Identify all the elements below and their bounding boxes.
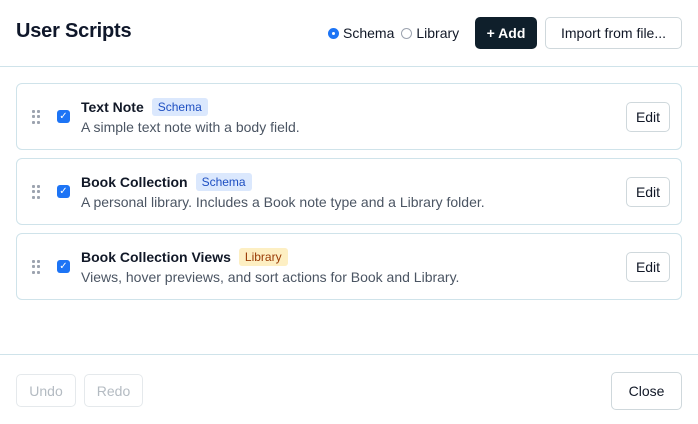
script-name: Book Collection — [81, 174, 188, 190]
radio-schema-label: Schema — [343, 25, 395, 41]
checkmark-icon: ✓ — [59, 185, 68, 197]
add-button[interactable]: + Add — [475, 17, 537, 49]
drag-handle-icon[interactable] — [32, 110, 40, 124]
close-button[interactable]: Close — [611, 372, 682, 410]
import-from-file-button[interactable]: Import from file... — [545, 17, 682, 49]
script-description: Views, hover previews, and sort actions … — [81, 269, 460, 285]
dialog-header: User Scripts Schema Library + Add Import… — [0, 0, 698, 67]
script-row: ✓ Book Collection Views Library Views, h… — [16, 233, 682, 300]
checkmark-icon: ✓ — [59, 110, 68, 122]
script-row: ✓ Book Collection Schema A personal libr… — [16, 158, 682, 225]
radio-library-label: Library — [416, 25, 460, 41]
user-scripts-dialog: User Scripts Schema Library + Add Import… — [0, 0, 698, 424]
enabled-checkbox[interactable]: ✓ — [57, 110, 70, 123]
script-type-badge: Library — [238, 248, 288, 266]
dialog-title: User Scripts — [16, 20, 132, 42]
script-type-badge: Schema — [195, 173, 252, 191]
script-title: Book Collection Schema — [81, 173, 252, 191]
edit-button[interactable]: Edit — [626, 252, 670, 282]
undo-button[interactable]: Undo — [16, 374, 76, 407]
script-description: A personal library. Includes a Book note… — [81, 194, 485, 210]
checkmark-icon: ✓ — [59, 260, 68, 272]
script-type-badge: Schema — [151, 98, 208, 116]
script-title: Text Note Schema — [81, 98, 208, 116]
drag-handle-icon[interactable] — [32, 185, 40, 199]
radio-selected-icon — [328, 27, 339, 39]
script-title: Book Collection Views Library — [81, 248, 288, 266]
dialog-footer: Undo Redo Close — [0, 354, 698, 424]
radio-library[interactable]: Library — [401, 25, 459, 41]
edit-button[interactable]: Edit — [626, 177, 670, 207]
view-mode-radio-group: Schema Library — [328, 24, 466, 42]
enabled-checkbox[interactable]: ✓ — [57, 260, 70, 273]
script-name: Text Note — [81, 99, 144, 115]
redo-button[interactable]: Redo — [84, 374, 143, 407]
radio-schema[interactable]: Schema — [328, 25, 394, 41]
enabled-checkbox[interactable]: ✓ — [57, 185, 70, 198]
script-name: Book Collection Views — [81, 249, 231, 265]
radio-unselected-icon — [401, 27, 413, 39]
script-description: A simple text note with a body field. — [81, 119, 300, 135]
script-row: ✓ Text Note Schema A simple text note wi… — [16, 83, 682, 150]
edit-button[interactable]: Edit — [626, 102, 670, 132]
drag-handle-icon[interactable] — [32, 260, 40, 274]
